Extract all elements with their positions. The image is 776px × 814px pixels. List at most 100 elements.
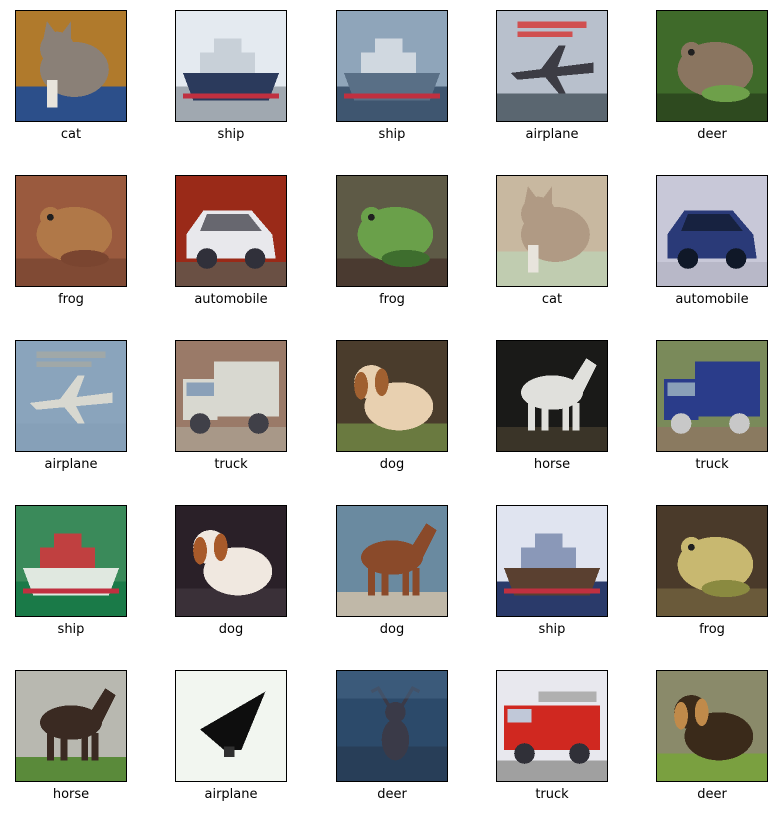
- thumbnail-image: [496, 505, 608, 617]
- thumbnail-image: [496, 10, 608, 122]
- thumbnail-graphic: [337, 506, 447, 616]
- grid-cell: dog: [336, 340, 448, 480]
- image-label: frog: [379, 292, 405, 307]
- thumbnail-graphic: [176, 11, 286, 121]
- grid-cell: truck: [656, 340, 768, 480]
- thumbnail-graphic: [657, 506, 767, 616]
- thumbnail-graphic: [337, 11, 447, 121]
- image-label: cat: [60, 127, 82, 142]
- thumbnail-image: [496, 340, 608, 452]
- thumbnail-image: [656, 670, 768, 782]
- grid-cell: automobile: [656, 175, 768, 315]
- image-label: deer: [377, 787, 407, 802]
- thumbnail-graphic: [337, 341, 447, 451]
- grid-cell: horse: [15, 670, 127, 810]
- thumbnail-image: [336, 10, 448, 122]
- grid-cell: dog: [175, 505, 287, 645]
- grid-cell: automobile: [175, 175, 287, 315]
- thumbnail-graphic: [497, 11, 607, 121]
- thumbnail-image: [15, 10, 127, 122]
- image-label: horse: [533, 457, 571, 472]
- thumbnail-image: [175, 175, 287, 287]
- grid-cell: airplane: [175, 670, 287, 810]
- grid-cell: deer: [656, 10, 768, 150]
- image-label: ship: [217, 127, 245, 142]
- grid-cell: horse: [496, 340, 608, 480]
- grid-cell: frog: [656, 505, 768, 645]
- grid-cell: airplane: [496, 10, 608, 150]
- thumbnail-image: [656, 10, 768, 122]
- thumbnail-graphic: [176, 506, 286, 616]
- image-label: dog: [379, 457, 405, 472]
- thumbnail-image: [336, 670, 448, 782]
- thumbnail-graphic: [16, 341, 126, 451]
- thumbnail-image: [496, 670, 608, 782]
- thumbnail-graphic: [16, 11, 126, 121]
- image-label: cat: [541, 292, 563, 307]
- image-label: airplane: [525, 127, 579, 142]
- thumbnail-graphic: [657, 671, 767, 781]
- thumbnail-image: [175, 340, 287, 452]
- thumbnail-graphic: [497, 341, 607, 451]
- image-label: frog: [58, 292, 84, 307]
- image-label: deer: [697, 787, 727, 802]
- image-grid: cat ship ship airplane deer frog automobile fro…: [0, 0, 776, 814]
- grid-cell: frog: [15, 175, 127, 315]
- image-label: truck: [214, 457, 248, 472]
- thumbnail-graphic: [16, 506, 126, 616]
- thumbnail-image: [656, 505, 768, 617]
- thumbnail-image: [336, 505, 448, 617]
- thumbnail-graphic: [497, 506, 607, 616]
- thumbnail-graphic: [16, 176, 126, 286]
- grid-cell: ship: [15, 505, 127, 645]
- thumbnail-graphic: [497, 176, 607, 286]
- image-label: automobile: [675, 292, 749, 307]
- grid-cell: ship: [175, 10, 287, 150]
- thumbnail-image: [336, 175, 448, 287]
- grid-cell: cat: [15, 10, 127, 150]
- grid-cell: dog: [336, 505, 448, 645]
- thumbnail-graphic: [337, 671, 447, 781]
- thumbnail-image: [15, 670, 127, 782]
- thumbnail-image: [15, 340, 127, 452]
- image-label: truck: [535, 787, 569, 802]
- thumbnail-graphic: [657, 176, 767, 286]
- grid-cell: ship: [336, 10, 448, 150]
- grid-cell: frog: [336, 175, 448, 315]
- thumbnail-image: [656, 340, 768, 452]
- grid-cell: ship: [496, 505, 608, 645]
- thumbnail-graphic: [176, 176, 286, 286]
- thumbnail-graphic: [337, 176, 447, 286]
- image-label: ship: [538, 622, 566, 637]
- thumbnail-graphic: [16, 671, 126, 781]
- image-label: truck: [695, 457, 729, 472]
- thumbnail-image: [656, 175, 768, 287]
- image-label: ship: [57, 622, 85, 637]
- thumbnail-graphic: [176, 671, 286, 781]
- grid-cell: cat: [496, 175, 608, 315]
- thumbnail-image: [496, 175, 608, 287]
- thumbnail-graphic: [657, 341, 767, 451]
- thumbnail-image: [15, 505, 127, 617]
- thumbnail-graphic: [657, 11, 767, 121]
- thumbnail-image: [175, 505, 287, 617]
- grid-cell: truck: [175, 340, 287, 480]
- image-label: ship: [378, 127, 406, 142]
- thumbnail-image: [336, 340, 448, 452]
- image-label: automobile: [194, 292, 268, 307]
- grid-cell: airplane: [15, 340, 127, 480]
- image-label: dog: [218, 622, 244, 637]
- image-label: airplane: [44, 457, 98, 472]
- image-label: dog: [379, 622, 405, 637]
- thumbnail-graphic: [176, 341, 286, 451]
- thumbnail-graphic: [497, 671, 607, 781]
- image-label: deer: [697, 127, 727, 142]
- grid-cell: deer: [336, 670, 448, 810]
- thumbnail-image: [175, 670, 287, 782]
- grid-cell: truck: [496, 670, 608, 810]
- image-label: horse: [52, 787, 90, 802]
- thumbnail-image: [175, 10, 287, 122]
- image-label: airplane: [204, 787, 258, 802]
- grid-cell: deer: [656, 670, 768, 810]
- thumbnail-image: [15, 175, 127, 287]
